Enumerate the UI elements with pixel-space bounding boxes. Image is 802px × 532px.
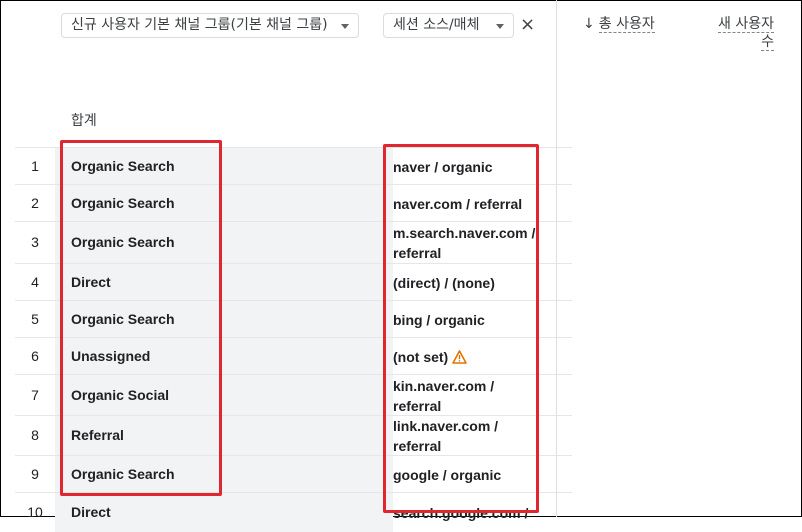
- channel-group-cell[interactable]: Organic Search: [71, 158, 175, 174]
- source-medium-text: link.naver.com /: [393, 418, 499, 434]
- source-medium-text: (direct) / (none): [393, 274, 495, 291]
- close-icon[interactable]: ×: [520, 14, 535, 36]
- total-users-header[interactable]: ↓ 총 사용자: [583, 15, 655, 33]
- channel-group-cell[interactable]: Direct: [71, 504, 111, 520]
- table-row[interactable]: 1 Organic Search naver / organic: [15, 147, 572, 184]
- table-row[interactable]: 7 Organic Social kin.naver.com / referral: [15, 374, 572, 415]
- source-medium-cell[interactable]: google / organic: [393, 465, 553, 485]
- chevron-down-icon: [341, 24, 349, 29]
- source-medium-text: kin.naver.com /: [393, 377, 495, 394]
- secondary-dimension-dropdown[interactable]: 세션 소스/매체: [383, 13, 514, 38]
- source-medium-text: google / organic: [393, 466, 502, 483]
- new-users-label-line1: 새 사용자: [718, 16, 774, 33]
- table-row[interactable]: 3 Organic Search m.search.naver.com / refer…: [15, 221, 572, 263]
- row-number: 8: [31, 427, 39, 443]
- row-number: 3: [31, 234, 39, 250]
- channel-group-cell[interactable]: Organic Social: [71, 387, 169, 403]
- secondary-dimension-label: 세션 소스/매체: [393, 17, 480, 33]
- table-row[interactable]: 2 Organic Search naver.com / referral: [15, 184, 572, 221]
- source-medium-text: m.search.naver.com /: [393, 225, 536, 241]
- source-medium-text: referral: [393, 438, 442, 454]
- primary-dimension-label: 신규 사용자 기본 채널 그룹(기본 채널 그룹): [71, 17, 328, 33]
- source-medium-text: search.google.com /: [393, 505, 529, 521]
- new-users-header[interactable]: 새 사용자 수: [712, 15, 774, 51]
- source-medium-text: naver.com / referral: [393, 195, 523, 212]
- row-number: 4: [31, 273, 39, 290]
- table-row[interactable]: 8 Referral link.naver.com / referral: [15, 415, 572, 455]
- totals-label: 합계: [71, 113, 97, 129]
- channel-group-cell[interactable]: Direct: [71, 274, 111, 290]
- source-medium-cell[interactable]: m.search.naver.com / referral: [393, 223, 553, 263]
- row-number: 9: [31, 465, 39, 482]
- source-medium-line: bing / organic: [393, 310, 553, 330]
- channel-group-cell[interactable]: Organic Search: [71, 311, 175, 327]
- source-medium-cell[interactable]: (not set): [393, 347, 553, 367]
- table-row[interactable]: 5 Organic Search bing / organic: [15, 300, 572, 337]
- source-medium-line: referral: [393, 243, 553, 263]
- source-medium-text: referral: [393, 245, 442, 261]
- row-number: 7: [31, 386, 39, 403]
- source-medium-line: referral: [393, 436, 553, 456]
- channel-group-cell[interactable]: Organic Search: [71, 466, 175, 482]
- source-medium-line: (not set): [393, 347, 553, 367]
- channel-group-cell[interactable]: Unassigned: [71, 348, 150, 364]
- source-medium-line: (direct) / (none): [393, 273, 553, 293]
- source-medium-text: referral: [393, 397, 442, 414]
- row-number: 10: [27, 504, 43, 520]
- table-row[interactable]: 4 Direct (direct) / (none): [15, 263, 572, 300]
- source-medium-text: (not set): [393, 348, 449, 365]
- source-medium-line: google / organic: [393, 465, 553, 485]
- source-medium-line: referral: [393, 396, 553, 416]
- source-medium-text: bing / organic: [393, 311, 485, 328]
- source-medium-cell[interactable]: (direct) / (none): [393, 273, 553, 293]
- new-users-label-line2: 수: [761, 34, 774, 51]
- channel-group-cell[interactable]: Organic Search: [71, 234, 175, 250]
- source-medium-cell[interactable]: naver / organic: [393, 157, 553, 177]
- source-medium-line: m.search.naver.com /: [393, 223, 553, 243]
- chevron-down-icon: [496, 24, 504, 29]
- row-number: 1: [31, 157, 39, 174]
- row-number: 6: [31, 347, 39, 364]
- source-medium-line: naver.com / referral: [393, 194, 553, 214]
- channel-group-cell[interactable]: Organic Search: [71, 195, 175, 211]
- row-number: 2: [31, 194, 39, 211]
- source-medium-cell[interactable]: naver.com / referral: [393, 194, 553, 214]
- row-number: 5: [31, 310, 39, 327]
- source-medium-text: naver / organic: [393, 158, 493, 175]
- source-medium-line: kin.naver.com /: [393, 376, 553, 396]
- total-users-label: 총 사용자: [598, 16, 655, 33]
- table-row[interactable]: 9 Organic Search google / organic: [15, 455, 572, 492]
- channel-group-cell[interactable]: Referral: [71, 427, 124, 443]
- source-medium-line: search.google.com /: [393, 503, 553, 523]
- source-medium-line: link.naver.com /: [393, 416, 553, 436]
- primary-dimension-dropdown[interactable]: 신규 사용자 기본 채널 그룹(기본 채널 그룹): [61, 13, 359, 38]
- table-row[interactable]: 10 Direct search.google.com /: [15, 492, 572, 532]
- table-row[interactable]: 6 Unassigned (not set): [15, 337, 572, 374]
- source-medium-cell[interactable]: bing / organic: [393, 310, 553, 330]
- source-medium-line: naver / organic: [393, 157, 553, 177]
- warning-icon[interactable]: [452, 349, 468, 364]
- sort-descending-icon: ↓: [583, 16, 595, 32]
- source-medium-cell[interactable]: kin.naver.com / referral: [393, 376, 553, 416]
- source-medium-cell[interactable]: link.naver.com / referral: [393, 416, 553, 456]
- source-medium-cell[interactable]: search.google.com /: [393, 503, 553, 523]
